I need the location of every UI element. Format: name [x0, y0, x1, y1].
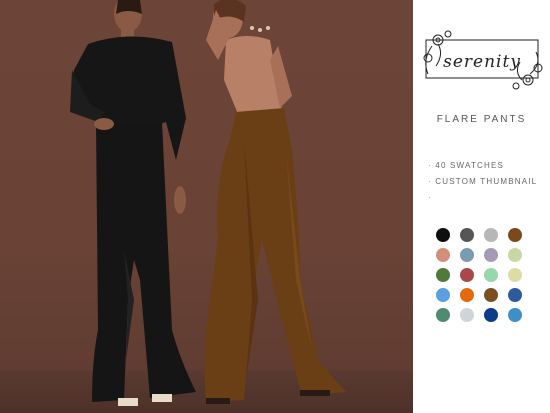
- color-swatch: [508, 248, 522, 262]
- color-swatch: [460, 248, 474, 262]
- feature-item: 40 SWATCHES: [428, 158, 548, 174]
- feature-item: [428, 190, 548, 206]
- right-model: [204, 0, 346, 404]
- color-swatch: [460, 308, 474, 322]
- color-swatch: [436, 308, 450, 322]
- color-swatch: [436, 228, 450, 242]
- product-photo: [0, 0, 413, 413]
- feature-list: 40 SWATCHES CUSTOM THUMBNAIL: [428, 158, 548, 206]
- product-title: FLARE PANTS: [436, 114, 527, 125]
- color-swatch: [436, 288, 450, 302]
- color-swatch: [508, 288, 522, 302]
- color-swatch: [484, 288, 498, 302]
- color-swatch: [508, 228, 522, 242]
- brand-logo: serenity: [418, 30, 546, 92]
- color-swatch: [484, 268, 498, 282]
- color-swatch: [460, 268, 474, 282]
- color-swatch: [484, 228, 498, 242]
- color-swatch: [460, 228, 474, 242]
- color-swatch: [484, 248, 498, 262]
- color-swatch: [460, 288, 474, 302]
- color-swatch: [508, 268, 522, 282]
- color-swatch: [436, 268, 450, 282]
- swatch-grid: [436, 228, 536, 324]
- feature-item: CUSTOM THUMBNAIL: [428, 174, 548, 190]
- color-swatch: [508, 308, 522, 322]
- color-swatch: [436, 248, 450, 262]
- left-model: [70, 0, 196, 406]
- color-swatch: [484, 308, 498, 322]
- brand-name: serenity: [443, 52, 521, 72]
- models-illustration: [70, 0, 346, 406]
